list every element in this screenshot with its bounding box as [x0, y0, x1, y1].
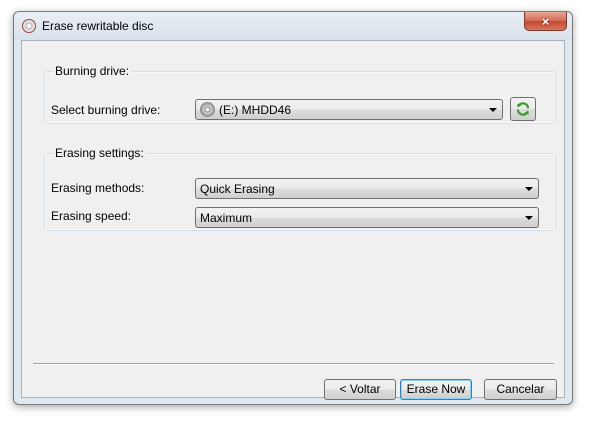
- refresh-icon: [516, 102, 530, 116]
- footer-divider: [33, 363, 554, 365]
- erasing-speed-value: Maximum: [200, 211, 253, 225]
- back-button[interactable]: < Voltar: [324, 379, 396, 400]
- erase-now-button[interactable]: Erase Now: [400, 379, 472, 400]
- erasing-speed-select[interactable]: Maximum: [195, 207, 539, 228]
- burning-drive-select[interactable]: (E:) MHDD46: [195, 99, 503, 120]
- close-icon: ×: [541, 13, 550, 29]
- burning-drive-value: (E:) MHDD46: [219, 103, 292, 117]
- burning-drive-group-title: Burning drive:: [53, 64, 132, 78]
- erasing-speed-label: Erasing speed:: [51, 209, 132, 223]
- disc-icon: [22, 19, 36, 33]
- erasing-methods-value: Quick Erasing: [200, 182, 275, 196]
- erasing-methods-select[interactable]: Quick Erasing: [195, 178, 539, 199]
- refresh-drives-button[interactable]: [510, 97, 536, 121]
- chevron-down-icon: [525, 187, 533, 191]
- title-bar[interactable]: Erase rewritable disc ×: [14, 12, 572, 40]
- erasing-methods-label: Erasing methods:: [51, 181, 145, 195]
- chevron-down-icon: [489, 108, 497, 112]
- select-burning-drive-label: Select burning drive:: [51, 103, 161, 117]
- erasing-settings-group-title: Erasing settings:: [53, 146, 146, 160]
- optical-drive-icon: [200, 102, 215, 117]
- cancel-button[interactable]: Cancelar: [484, 379, 557, 400]
- erase-disc-window: Erase rewritable disc × Burning drive: S…: [13, 11, 573, 405]
- chevron-down-icon: [525, 216, 533, 220]
- close-button[interactable]: ×: [524, 12, 567, 31]
- dialog-body: Burning drive: Select burning drive: (E:…: [21, 40, 565, 400]
- window-title: Erase rewritable disc: [42, 19, 154, 33]
